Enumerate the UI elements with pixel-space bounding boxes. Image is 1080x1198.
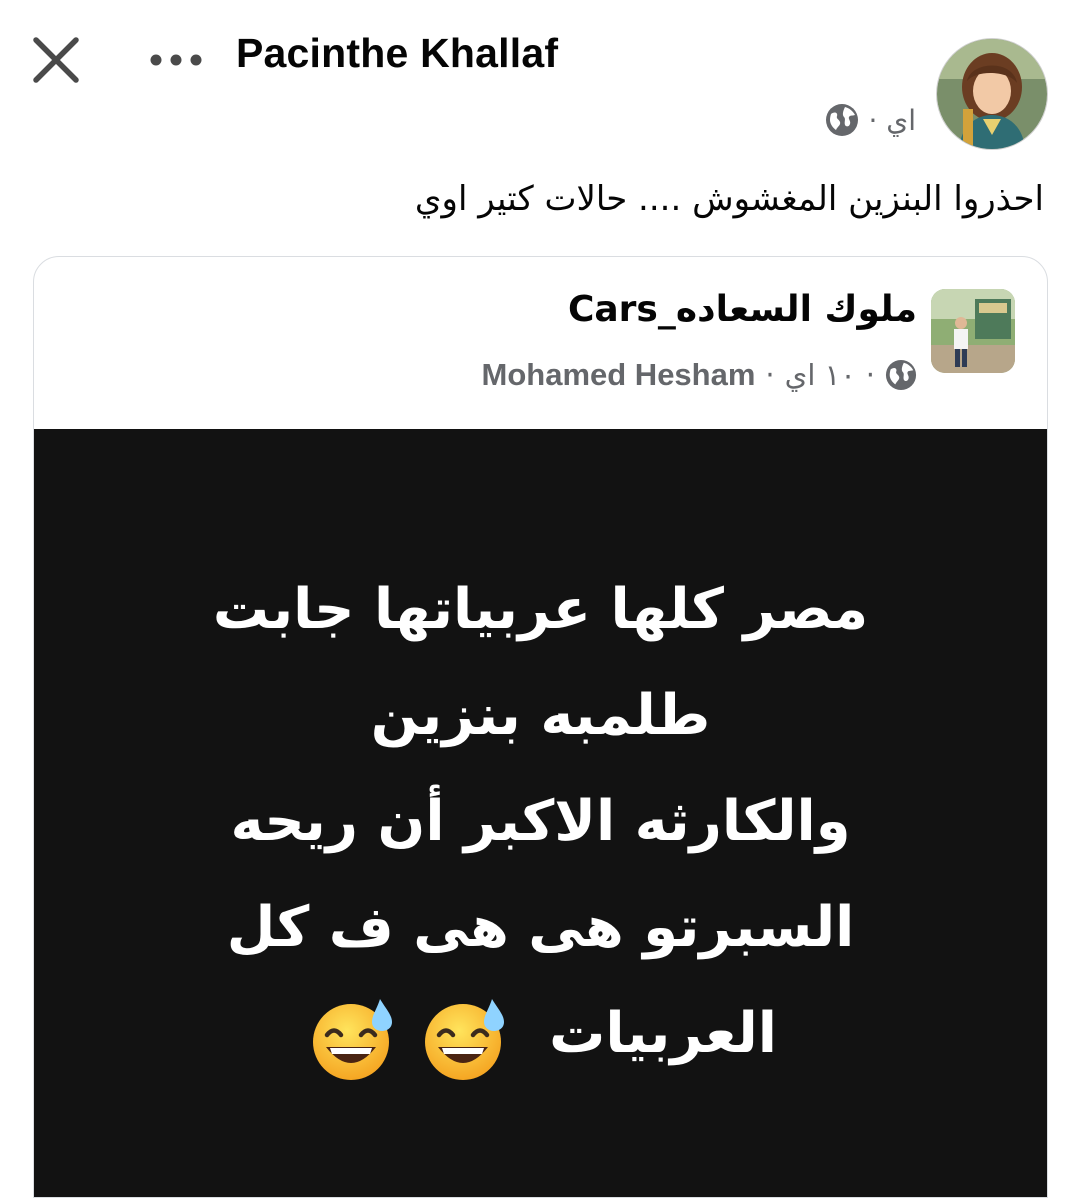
grinning-face-with-sweat-icon: [313, 998, 393, 1080]
globe-icon: [825, 104, 858, 136]
post-header: Pacinthe Khallaf اي ·: [0, 0, 1080, 160]
globe-icon: [885, 359, 917, 391]
shared-post-card[interactable]: ملوك السعاده_Cars Mohamed Hesham · ۱۰ اي…: [33, 256, 1048, 1198]
author-avatar[interactable]: [936, 38, 1048, 150]
author-name[interactable]: Pacinthe Khallaf: [236, 30, 558, 77]
image-text-line: مصر كلها عربياتها جابت: [212, 577, 869, 642]
post-meta: اي ·: [825, 100, 917, 140]
post-time: اي ·: [868, 103, 917, 137]
post-caption: احذروا البنزين المغشوش .... حالات كتير ا…: [414, 179, 1044, 219]
meta-separator: ·: [765, 358, 775, 392]
more-horizontal-icon: [150, 54, 202, 66]
image-text-line: السبرتو هى هى ف كل: [226, 895, 855, 960]
emoji-group: [304, 984, 508, 1090]
image-text-line: العربيات: [549, 1001, 777, 1066]
page-avatar[interactable]: [931, 289, 1015, 373]
image-text-line: طلمبه بنزين: [370, 683, 711, 748]
meta-separator: ·: [865, 358, 875, 392]
poster-name[interactable]: Mohamed Hesham: [482, 357, 756, 393]
image-text-line-last: العربيات: [74, 981, 1007, 1090]
shared-post-meta: Mohamed Hesham · ۱۰ اي ·: [482, 353, 917, 397]
shared-post-image[interactable]: مصر كلها عربياتها جابت طلمبه بنزين والكا…: [34, 429, 1047, 1197]
close-button[interactable]: [28, 32, 84, 88]
image-text-line: والكارثه الاكبر أن ريحه: [230, 789, 851, 854]
close-icon: [33, 37, 79, 83]
page-name[interactable]: ملوك السعاده_Cars: [568, 289, 917, 330]
avatar: [931, 289, 1015, 373]
grinning-face-with-sweat-icon: [424, 998, 504, 1080]
avatar: [937, 39, 1047, 149]
more-options-button[interactable]: [148, 44, 208, 76]
image-text: مصر كلها عربياتها جابت طلمبه بنزين والكا…: [74, 557, 1007, 1090]
post-time: ۱۰ اي: [784, 358, 856, 392]
